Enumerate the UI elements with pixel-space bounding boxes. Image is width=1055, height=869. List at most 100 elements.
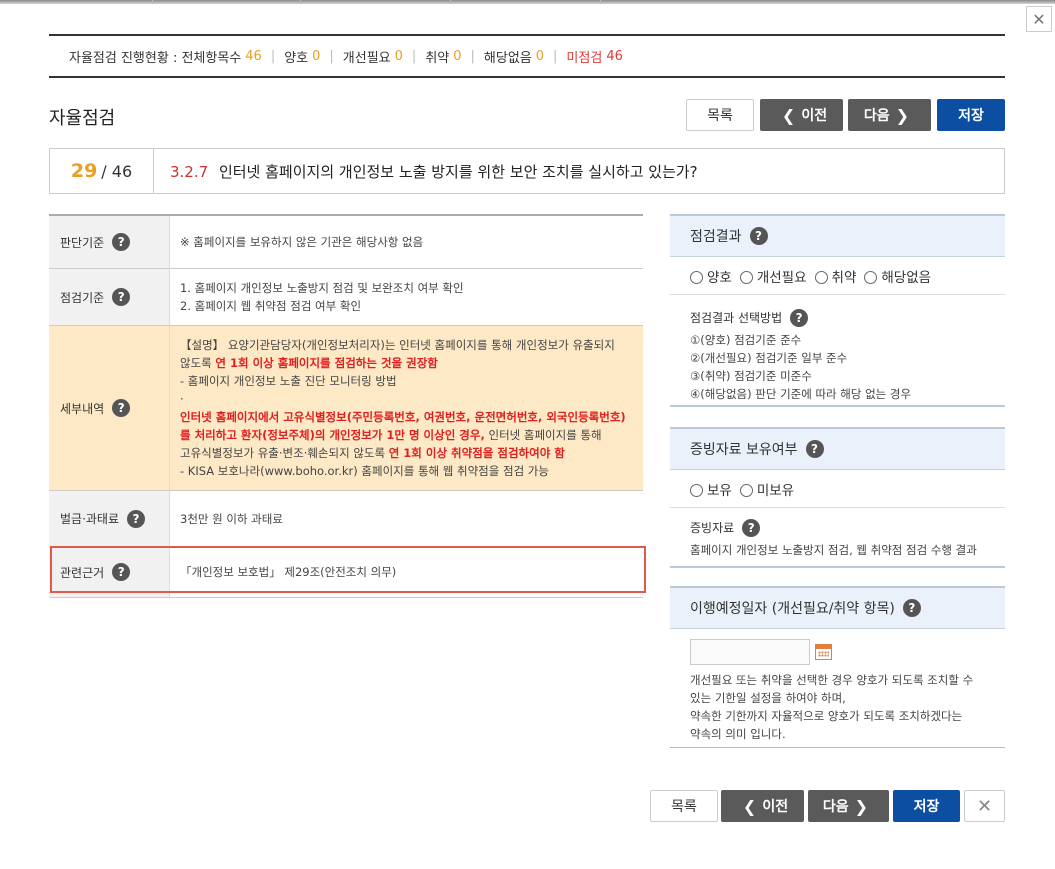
help-icon[interactable]: ? — [112, 399, 131, 417]
radio-improve[interactable]: 개선필요 — [739, 266, 807, 286]
status-label: 자율점검 진행현황 : 전체항목수 — [69, 50, 242, 66]
row-header: 점검기준 ? — [49, 269, 170, 325]
save-button[interactable]: 저장 — [937, 99, 1005, 131]
date-header: 이행예정일자 (개선필요/취약 항목) ? — [670, 586, 1005, 629]
chevron-left-icon: ❮ — [781, 105, 796, 125]
unchecked-count: 46 — [606, 48, 623, 64]
radio-good[interactable]: 양호 — [690, 266, 732, 286]
list-button-bottom[interactable]: 목록 — [650, 790, 718, 822]
method-line: ②(개선필요) 점검기준 일부 준수 — [690, 351, 848, 365]
row-content: 【설명】 요양기관담당자(개인정보처리자)는 인터넷 홈페이지를 통해 개인정보… — [170, 326, 643, 490]
save-button-bottom[interactable]: 저장 — [893, 790, 960, 822]
detail-emphasis: 연 1회 이상 취약점을 점검하여야 함 — [388, 446, 565, 460]
list-button-label: 목록 — [671, 799, 697, 815]
evidence-radio-group: 보유 미보유 — [670, 470, 1005, 508]
current-question: 29 — [70, 160, 98, 182]
question-number: 3.2.7 — [170, 162, 209, 181]
help-icon[interactable]: ? — [749, 227, 768, 245]
help-icon[interactable]: ? — [790, 309, 809, 327]
good-count: 0 — [312, 48, 321, 64]
help-icon[interactable]: ? — [902, 599, 921, 617]
na-label: 해당없음 — [483, 50, 532, 66]
radio-icon — [690, 483, 703, 497]
method-line: ①(양호) 점검기준 준수 — [690, 333, 802, 347]
table-row: 세부내역 ? 【설명】 요양기관담당자(개인정보처리자)는 인터넷 홈페이지를 … — [49, 326, 643, 491]
close-icon: ✕ — [976, 795, 993, 817]
method-title-row: 점검결과 선택방법 ? — [690, 309, 985, 327]
divider: | — [329, 48, 334, 64]
list-button[interactable]: 목록 — [686, 99, 754, 131]
radio-icon — [864, 270, 878, 284]
method-section: 점검결과 선택방법 ? ①(양호) 점검기준 준수 ②(개선필요) 점검기준 일… — [670, 295, 1005, 407]
question-total: / 46 — [101, 161, 133, 181]
weak-label: 취약 — [425, 50, 450, 66]
criteria-text: ※ 홈페이지를 보유하지 않은 기관은 해당사항 없음 — [180, 235, 424, 249]
next-button[interactable]: 다음 ❯ — [848, 99, 931, 131]
detail-text: 고유식별정보가 유출·변조·훼손되지 않도록 — [180, 446, 389, 460]
total-count: 46 — [245, 48, 262, 64]
radio-weak[interactable]: 취약 — [814, 266, 857, 286]
na-count: 0 — [535, 48, 545, 64]
prev-button-label: 이전 — [762, 799, 789, 815]
help-icon[interactable]: ? — [742, 519, 761, 537]
detail-text: 않도록 — [180, 356, 216, 370]
divider: | — [411, 48, 417, 64]
detail-line: - 홈페이지 개인정보 노출 진단 모니터링 방법 — [180, 374, 397, 388]
radio-icon — [739, 270, 753, 284]
detail-line: 【설명】 요양기관담당자(개인정보처리자)는 인터넷 홈페이지를 통해 개인정보… — [180, 338, 615, 352]
next-button-label: 다음 — [863, 108, 890, 124]
radio-label: 보유 — [707, 482, 732, 499]
chevron-right-icon: ❯ — [854, 796, 869, 816]
help-icon[interactable]: ? — [112, 233, 131, 251]
criteria-table: 판단기준 ? ※ 홈페이지를 보유하지 않은 기관은 해당사항 없음 점검기준 … — [49, 214, 643, 598]
penalty-text: 3천만 원 이하 과태료 — [180, 511, 283, 526]
help-icon[interactable]: ? — [805, 440, 824, 458]
radio-icon — [690, 270, 703, 284]
question-text-wrap: 3.2.7 인터넷 홈페이지의 개인정보 노출 방지를 위한 보안 조치를 실시… — [154, 161, 698, 182]
calendar-icon[interactable] — [815, 644, 832, 660]
radio-have[interactable]: 보유 — [690, 479, 732, 499]
table-row: 벌금·과태료 ? 3천만 원 이하 과태료 — [49, 491, 643, 547]
prev-button[interactable]: ❮ 이전 — [760, 99, 843, 131]
next-button-bottom[interactable]: 다음 ❯ — [808, 790, 889, 822]
result-head-label: 점검결과 — [690, 229, 742, 245]
improve-label: 개선필요 — [342, 50, 391, 66]
detail-text: 인터넷 홈페이지를 통해 — [484, 428, 602, 442]
date-note-line: 개선필요 또는 취약을 선택한 경우 양호가 되도록 조치할 수 — [690, 673, 974, 687]
close-button-bottom[interactable]: ✕ — [964, 790, 1005, 822]
radio-na[interactable]: 해당없음 — [864, 266, 931, 286]
good-label: 양호 — [284, 50, 309, 66]
section-title: 자율점검 — [49, 108, 116, 129]
method-line: ④(해당없음) 판단 기준에 따라 해당 없는 경우 — [690, 387, 912, 401]
due-date-input[interactable] — [690, 639, 810, 665]
radio-label: 미보유 — [756, 482, 795, 499]
date-input-row — [690, 639, 985, 665]
detail-emphasis: 연 1회 이상 홈페이지를 점검하는 것을 권장함 — [215, 356, 438, 370]
detail-emphasis: 를 처리하고 환자(정보주체)의 개인정보가 1만 명 이상인 경우, — [180, 428, 485, 442]
help-icon[interactable]: ? — [127, 509, 146, 528]
question-counter: 29 / 46 — [50, 149, 154, 193]
check-label: 점검기준 — [60, 290, 105, 305]
close-icon: ✕ — [1032, 9, 1046, 29]
modal-close-button[interactable]: ✕ — [1026, 6, 1052, 32]
row-header: 벌금·과태료 ? — [49, 491, 170, 546]
chevron-left-icon: ❮ — [742, 796, 757, 816]
list-button-label: 목록 — [707, 108, 733, 124]
radio-not-have[interactable]: 미보유 — [739, 479, 795, 499]
result-radio-group: 양호 개선필요 취약 해당없음 — [670, 257, 1005, 295]
penalty-label: 벌금·과태료 — [60, 512, 120, 526]
date-note-line: 있는 기한일 설정을 하여야 하며, — [690, 691, 846, 705]
question-header: 29 / 46 3.2.7 인터넷 홈페이지의 개인정보 노출 방지를 위한 보… — [49, 148, 1005, 194]
row-content: 3천만 원 이하 과태료 — [170, 491, 643, 546]
radio-label: 취약 — [831, 269, 857, 286]
prev-button-bottom[interactable]: ❮ 이전 — [721, 790, 804, 822]
evidence-section: 증빙자료 ? 홈페이지 개인정보 노출방지 점검, 웹 취약점 점검 수행 결과 — [670, 508, 1005, 568]
save-button-label: 저장 — [913, 799, 940, 815]
unchecked-label: 미점검 — [566, 50, 603, 66]
help-icon[interactable]: ? — [112, 288, 131, 306]
date-note-line: 약속의 의미 입니다. — [690, 727, 786, 741]
result-panel: 점검결과 ? 양호 개선필요 취약 해당없음 점검결과 선택방법 ? ①(양호)… — [670, 214, 1005, 748]
next-button-label: 다음 — [822, 799, 849, 815]
